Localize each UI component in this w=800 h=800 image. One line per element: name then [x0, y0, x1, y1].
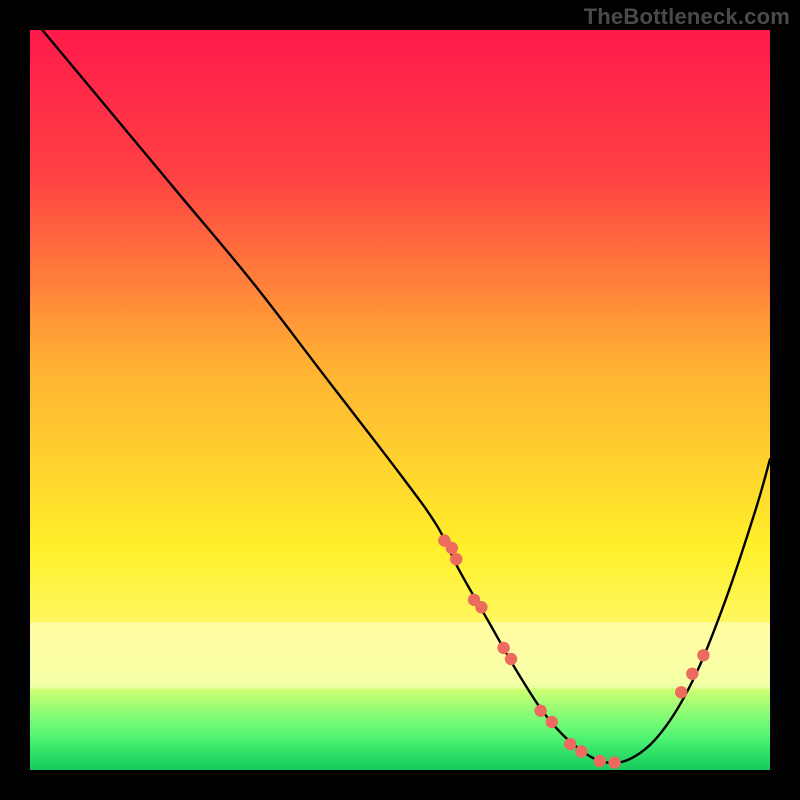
highlight-point [546, 716, 558, 728]
highlight-point [497, 642, 509, 654]
highlight-point [505, 653, 517, 665]
highlight-point [575, 745, 587, 757]
chart-svg [30, 30, 770, 770]
highlight-point [594, 755, 606, 767]
plot-area [30, 30, 770, 770]
watermark-label: TheBottleneck.com [584, 4, 790, 30]
highlight-point [564, 738, 576, 750]
highlight-point [446, 542, 458, 554]
highlight-point [686, 668, 698, 680]
highlight-point [450, 553, 462, 565]
chart-frame: TheBottleneck.com [0, 0, 800, 800]
highlight-point [675, 686, 687, 698]
highlight-point [608, 756, 620, 768]
highlight-point [534, 705, 546, 717]
highlight-point [697, 649, 709, 661]
highlight-point [475, 601, 487, 613]
